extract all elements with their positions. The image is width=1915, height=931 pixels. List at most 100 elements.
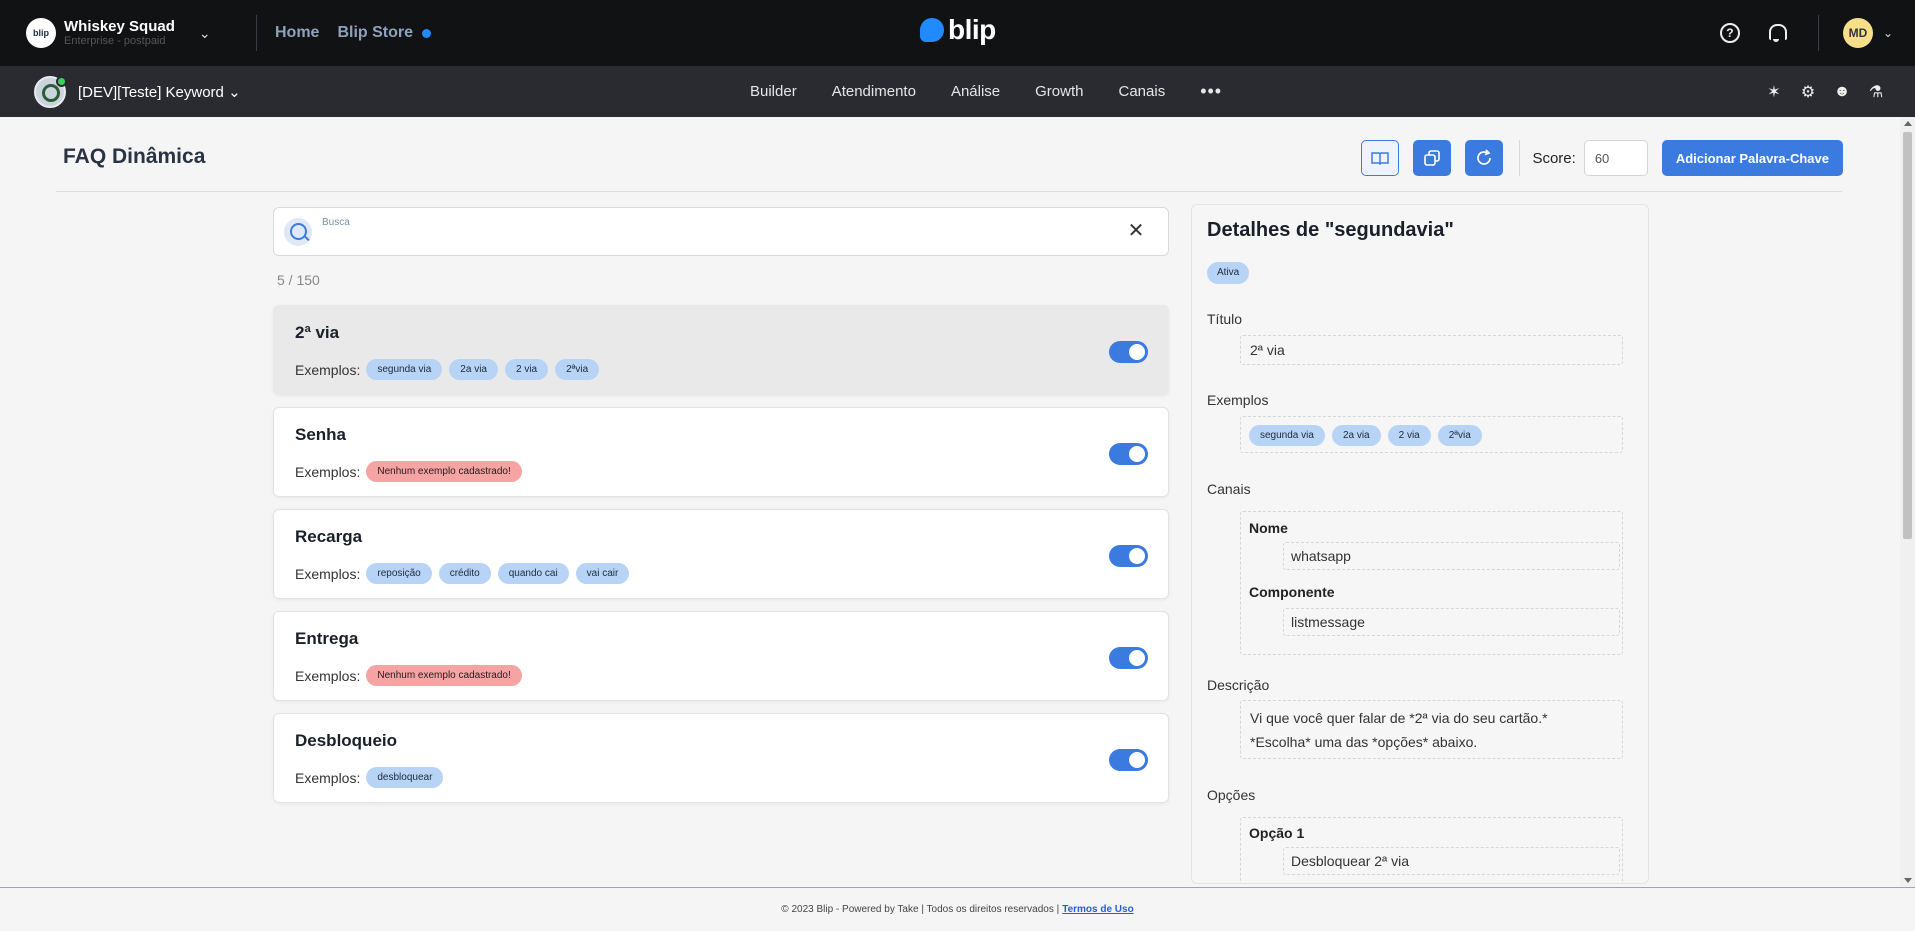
keyword-title: 2ª via [295,323,340,342]
bot-avatar[interactable] [34,75,67,108]
top-bar: blip Whiskey Squad Enterprise - postpaid… [0,0,1915,66]
notification-dot-icon [422,28,432,38]
active-toggle[interactable] [1109,443,1148,465]
flask-icon[interactable]: ⚗ [1867,83,1885,101]
titulo-label: Título [1207,311,1243,327]
example-chip: 2a via [1331,424,1381,446]
example-chip: quando cai [497,563,569,584]
page-scrollbar[interactable] [1900,117,1915,887]
exemplos-chips: segunda via 2a via 2 via 2ªvia [1241,417,1622,453]
active-toggle[interactable] [1109,545,1148,567]
nav-canais[interactable]: Canais [1119,83,1166,100]
nav-builder[interactable]: Builder [750,83,797,100]
active-toggle[interactable] [1109,647,1148,669]
canais-label: Canais [1207,481,1251,497]
descricao-line-1: Vi que você quer falar de *2ª via do seu… [1250,710,1548,726]
keyword-card[interactable]: Recarga Exemplos: reposição crédito quan… [273,509,1169,599]
example-chip: 2ªvia [1437,424,1482,446]
home-link[interactable]: Home [275,24,319,42]
bot-name: [DEV][Teste] Keyword [78,83,224,101]
nome-label: Nome [1249,520,1288,536]
org-text: Whiskey Squad Enterprise - postpaid [64,18,175,48]
brand-text: blip [948,14,996,45]
avatar[interactable]: MD [1842,18,1873,48]
descricao-line-2: *Escolha* uma das *opções* abaixo. [1250,734,1478,750]
main-nav: Builder Atendimento Análise Growth Canai… [750,66,1222,117]
status-badge: Ativa [1207,262,1250,284]
page-title: FAQ Dinâmica [63,145,206,168]
top-right-actions: ? MD ⌄ [1719,0,1915,66]
opcoes-label: Opções [1207,787,1256,803]
docs-button[interactable] [1361,140,1400,176]
example-chip: vai cair [575,563,630,584]
example-chip: reposição [366,563,432,584]
copy-icon [1424,150,1441,166]
example-chip: segunda via [1249,424,1325,446]
nav-analise[interactable]: Análise [951,83,1000,100]
keyword-card[interactable]: Desbloqueio Exemplos: desbloquear [273,713,1169,803]
nav-atendimento[interactable]: Atendimento [832,83,916,100]
blip-store-label: Blip Store [337,24,414,41]
active-toggle[interactable] [1109,749,1148,771]
nav-growth[interactable]: Growth [1035,83,1083,100]
scroll-up-icon[interactable] [1904,121,1912,126]
example-chip: 2 via [1387,424,1431,446]
score-input[interactable] [1583,140,1648,176]
keyword-card[interactable]: Entrega Exemplos: Nenhum exemplo cadastr… [273,611,1169,701]
keyword-examples: Exemplos: Nenhum exemplo cadastrado! [295,665,529,686]
puzzle-icon[interactable]: ✶ [1765,83,1783,101]
keyword-card[interactable]: 2ª via Exemplos: segunda via 2a via 2 vi… [273,305,1169,395]
gear-icon[interactable]: ⚙ [1799,83,1817,101]
team-icon[interactable]: ☻ [1833,83,1851,101]
example-chip: 2ªvia [555,359,600,380]
refresh-button[interactable] [1465,140,1504,176]
keyword-list: 2ª via Exemplos: segunda via 2a via 2 vi… [273,305,1169,815]
descricao-field: Vi que você quer falar de *2ª via do seu… [1240,700,1623,759]
componente-value: listmessage [1283,608,1620,636]
example-chip: desbloquear [366,767,444,788]
result-counter: 5 / 150 [277,272,320,288]
keyword-title: Recarga [295,527,363,546]
keyword-title: Entrega [295,629,359,648]
bot-actions: ✶ ⚙ ☻ ⚗ [1749,66,1885,117]
keyword-examples: Exemplos: desbloquear [295,767,450,788]
footer: © 2023 Blip - Powered by Take | Todos os… [0,887,1915,931]
examples-label: Exemplos: [295,463,361,480]
scroll-thumb[interactable] [1903,132,1912,539]
opcoes-field: Opção 1 Desbloquear 2ª via [1240,817,1623,883]
examples-label: Exemplos: [295,565,361,582]
exemplos-field: segunda via 2a via 2 via 2ªvia [1240,416,1623,453]
terms-link[interactable]: Termos de Uso [1062,904,1134,915]
blip-store-link[interactable]: Blip Store [337,24,432,42]
opcao-1-value: Desbloquear 2ª via [1283,847,1620,875]
scroll-down-icon[interactable] [1904,878,1912,883]
opcao-1-label: Opção 1 [1249,825,1305,841]
keyword-examples: Exemplos: segunda via 2a via 2 via 2ªvia [295,359,606,380]
refresh-icon [1477,149,1492,165]
bot-selector[interactable]: [DEV][Teste] Keyword ⌄ [78,83,241,101]
org-switcher[interactable]: blip Whiskey Squad Enterprise - postpaid… [26,18,226,48]
more-icon[interactable]: ••• [1200,81,1222,102]
help-icon[interactable]: ? [1719,23,1740,43]
titulo-value: 2ª via [1250,342,1285,358]
bell-icon[interactable] [1766,23,1787,43]
examples-label: Exemplos: [295,361,361,378]
duplicate-button[interactable] [1413,140,1452,176]
no-examples-chip: Nenhum exemplo cadastrado! [366,665,522,686]
blip-logo: blip [920,14,996,46]
search-input[interactable] [322,230,1102,248]
book-icon [1371,152,1390,165]
keyword-title: Desbloqueio [295,731,398,750]
active-toggle[interactable] [1109,341,1148,363]
close-icon[interactable]: ✕ [1126,221,1146,241]
score-label: Score: [1532,149,1576,167]
divider [1817,15,1819,51]
chevron-down-icon[interactable]: ⌄ [1883,26,1893,40]
keyword-card[interactable]: Senha Exemplos: Nenhum exemplo cadastrad… [273,407,1169,497]
search-box[interactable]: Busca ✕ [273,207,1169,256]
add-keyword-button[interactable]: Adicionar Palavra-Chave [1661,140,1843,176]
header-actions: Score: Adicionar Palavra-Chave [1347,140,1843,176]
no-examples-chip: Nenhum exemplo cadastrado! [366,461,522,482]
header-divider [56,191,1842,192]
chevron-down-icon[interactable]: ⌄ [199,25,211,42]
